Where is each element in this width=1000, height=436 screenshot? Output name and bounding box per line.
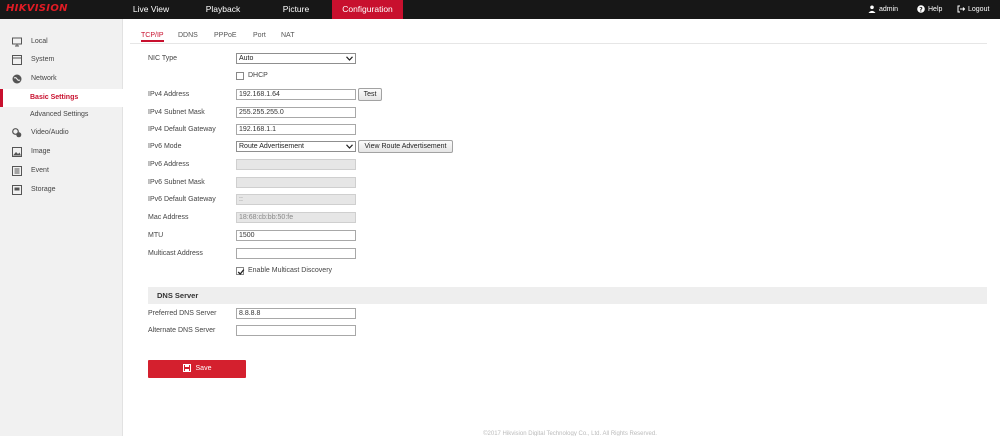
sidebar-item-label: Basic Settings: [30, 94, 79, 101]
globe-icon: [12, 74, 22, 84]
alternate-dns-field[interactable]: [236, 325, 356, 336]
nic-type-label: NIC Type: [148, 55, 178, 62]
test-button[interactable]: Test: [358, 88, 382, 101]
dhcp-label: DHCP: [248, 72, 268, 79]
ipv6-subnet-mask-label: IPv6 Subnet Mask: [148, 179, 205, 186]
monitor-icon: [12, 37, 22, 47]
multicast-discovery-checkbox[interactable]: [236, 267, 245, 275]
ipv4-subnet-mask-field[interactable]: 255.255.255.0: [236, 107, 356, 118]
sidebar-item-local[interactable]: Local: [0, 33, 123, 51]
ipv6-gateway-field: ::: [236, 194, 356, 205]
ipv6-gateway-label: IPv6 Default Gateway: [148, 196, 216, 203]
subtab-nat[interactable]: NAT: [281, 29, 294, 42]
view-route-advertisement-button[interactable]: View Route Advertisement: [358, 140, 453, 153]
multicast-address-label: Multicast Address: [148, 250, 203, 257]
tab-configuration[interactable]: Configuration: [332, 0, 403, 19]
sidebar-item-label: Advanced Settings: [30, 111, 89, 118]
mac-address-label: Mac Address: [148, 214, 189, 221]
ipv6-mode-value: Route Advertisement: [239, 143, 304, 150]
subtab-pppoe[interactable]: PPPoE: [214, 29, 237, 42]
mtu-label: MTU: [148, 232, 164, 239]
ipv6-mode-label: IPv6 Mode: [148, 143, 182, 150]
sidebar-item-label: System: [31, 56, 55, 63]
sidebar-item-label: Network: [31, 75, 57, 82]
user-menu[interactable]: admin: [868, 0, 898, 19]
sidebar-item-label: Image: [31, 148, 51, 155]
tab-picture[interactable]: Picture: [267, 0, 325, 19]
ipv4-address-field[interactable]: 192.168.1.64: [236, 89, 356, 100]
ipv6-address-field: [236, 159, 356, 170]
preferred-dns-label: Preferred DNS Server: [148, 310, 217, 317]
sidebar-item-storage[interactable]: Storage: [0, 181, 123, 199]
sidebar-item-image[interactable]: Image: [0, 143, 123, 161]
chevron-down-icon: [346, 144, 353, 149]
multicast-address-field[interactable]: [236, 248, 356, 259]
dhcp-checkbox[interactable]: [236, 72, 244, 80]
save-button[interactable]: Save: [148, 360, 246, 378]
floppy-disk-icon: [182, 364, 191, 373]
tab-playback[interactable]: Playback: [194, 0, 252, 19]
ipv6-address-label: IPv6 Address: [148, 161, 190, 168]
top-navigation-bar: HIKVISION Live View Playback Picture Con…: [0, 0, 1000, 19]
image-icon: [12, 147, 22, 157]
sidebar-item-basic-settings[interactable]: Basic Settings: [0, 89, 123, 107]
chevron-down-icon: [346, 56, 353, 61]
ipv4-address-label: IPv4 Address: [148, 91, 190, 98]
subtab-port[interactable]: Port: [253, 29, 266, 42]
subtab-divider: [130, 43, 987, 44]
ipv6-subnet-mask-field: [236, 177, 356, 188]
checkmark-icon: [237, 269, 245, 275]
subtab-tcp-ip[interactable]: TCP/IP: [141, 29, 164, 42]
sidebar-item-label: Local: [31, 38, 48, 45]
ipv6-mode-select[interactable]: Route Advertisement: [236, 141, 356, 152]
username-label: admin: [879, 6, 899, 13]
sidebar-item-video-audio[interactable]: Video/Audio: [0, 124, 123, 142]
alternate-dns-label: Alternate DNS Server: [148, 327, 216, 334]
logout-link[interactable]: Logout: [957, 0, 989, 19]
tab-live-view[interactable]: Live View: [122, 0, 180, 19]
save-label: Save: [195, 365, 212, 372]
nic-type-select[interactable]: Auto: [236, 53, 356, 64]
section-title: DNS Server: [157, 291, 199, 300]
ipv4-gateway-field[interactable]: 192.168.1.1: [236, 124, 356, 135]
sidebar-item-label: Video/Audio: [31, 129, 69, 136]
sidebar-item-advanced-settings[interactable]: Advanced Settings: [0, 106, 123, 124]
system-icon: [12, 55, 22, 65]
video-audio-icon: [12, 128, 22, 138]
help-link[interactable]: ? Help: [917, 0, 942, 19]
event-icon: [12, 166, 22, 176]
logout-icon: [957, 5, 966, 13]
ipv4-subnet-mask-label: IPv4 Subnet Mask: [148, 109, 205, 116]
sidebar-item-system[interactable]: System: [0, 51, 123, 69]
logout-label: Logout: [968, 6, 990, 13]
sidebar-item-label: Storage: [31, 186, 56, 193]
mac-address-field: 18:68:cb:bb:50:fe: [236, 212, 356, 223]
selected-indicator: [0, 89, 3, 107]
sidebar-item-network[interactable]: Network: [0, 70, 123, 88]
nic-type-value: Auto: [239, 55, 254, 62]
user-icon: [868, 5, 876, 14]
sidebar-item-event[interactable]: Event: [0, 162, 123, 180]
help-icon: ?: [917, 5, 925, 13]
sidebar-item-label: Event: [31, 167, 49, 174]
mtu-field[interactable]: 1500: [236, 230, 356, 241]
dns-server-section-header: DNS Server: [148, 287, 987, 304]
hikvision-logo: HIKVISION: [6, 3, 68, 14]
copyright-footer: ©2017 Hikvision Digital Technology Co., …: [483, 431, 657, 436]
help-label: Help: [928, 6, 943, 13]
sidebar: Local System Network Basic Settings Adva…: [0, 19, 123, 436]
svg-text:?: ?: [919, 6, 923, 13]
multicast-discovery-label: Enable Multicast Discovery: [248, 267, 333, 274]
subtab-ddns[interactable]: DDNS: [178, 29, 198, 42]
storage-icon: [12, 185, 22, 195]
preferred-dns-field[interactable]: 8.8.8.8: [236, 308, 356, 319]
ipv4-gateway-label: IPv4 Default Gateway: [148, 126, 216, 133]
